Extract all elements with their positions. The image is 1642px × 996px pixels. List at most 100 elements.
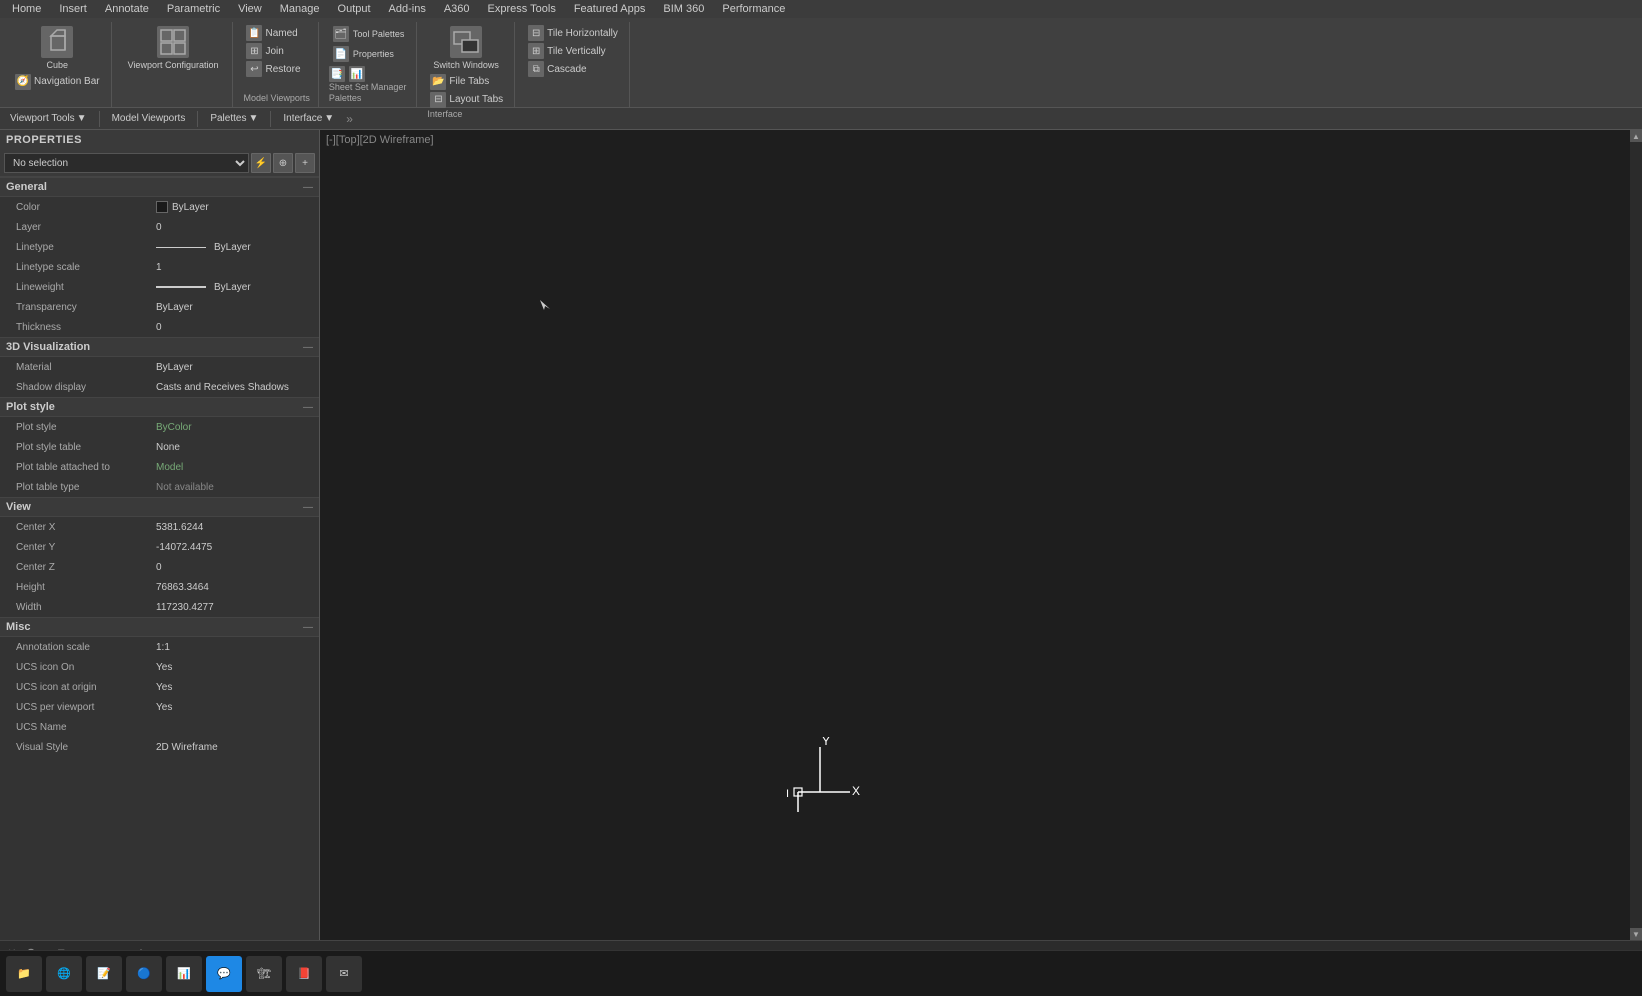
menu-featured-apps[interactable]: Featured Apps: [566, 1, 654, 17]
prop-value-center-y[interactable]: -14072.4475: [156, 542, 313, 553]
menu-output[interactable]: Output: [330, 1, 379, 17]
menu-parametric[interactable]: Parametric: [159, 1, 228, 17]
prop-row-center-y: Center Y -14072.4475: [0, 537, 319, 557]
menu-bar: Home Insert Annotate Parametric View Man…: [0, 0, 1642, 18]
prop-name-plot-type: Plot table type: [16, 482, 156, 493]
taskbar-file-explorer[interactable]: 📁: [6, 956, 42, 992]
prop-row-plot-style: Plot style ByColor: [0, 417, 319, 437]
section-3dviz-header[interactable]: 3D Visualization —: [0, 337, 319, 357]
prop-value-ucs-on[interactable]: Yes: [156, 662, 313, 673]
quick-select-btn[interactable]: ⚡: [251, 153, 271, 173]
interface-dropdown[interactable]: Interface ▼: [277, 111, 340, 126]
viewport[interactable]: [-][Top][2D Wireframe] Y X I: [320, 130, 1642, 940]
taskbar-skype[interactable]: 💬: [206, 956, 242, 992]
tile-horizontally-button[interactable]: ⊟ Tile Horizontally: [525, 24, 621, 42]
prop-value-width[interactable]: 117230.4277: [156, 602, 313, 613]
prop-value-center-x[interactable]: 5381.6244: [156, 522, 313, 533]
cascade-button[interactable]: ⧉ Cascade: [525, 60, 589, 78]
ribbon-group-named: 📋 Named ⊞ Join ↩ Restore Model Viewports: [235, 22, 318, 107]
prop-value-center-z[interactable]: 0: [156, 562, 313, 573]
section-plot-header[interactable]: Plot style —: [0, 397, 319, 417]
viewport-scrollbar[interactable]: ▲ ▼: [1630, 130, 1642, 940]
switch-windows-button[interactable]: Switch Windows: [427, 24, 505, 73]
scroll-down-arrow[interactable]: ▼: [1630, 928, 1642, 940]
prop-value-color[interactable]: ByLayer: [156, 201, 313, 213]
viewport-tools-dropdown[interactable]: Viewport Tools ▼: [4, 111, 93, 126]
menu-manage[interactable]: Manage: [272, 1, 328, 17]
vt-separator-2: [197, 111, 198, 127]
selection-dropdown[interactable]: No selection: [4, 153, 249, 173]
taskbar-word[interactable]: 📝: [86, 956, 122, 992]
prop-value-layer[interactable]: 0: [156, 222, 313, 233]
layout-tabs-button[interactable]: ⊟ Layout Tabs: [427, 91, 506, 109]
prop-value-ucs-origin[interactable]: Yes: [156, 682, 313, 693]
join-button[interactable]: ⊞ Join: [243, 42, 286, 60]
taskbar-mail[interactable]: ✉: [326, 956, 362, 992]
taskbar-chrome[interactable]: 🔵: [126, 956, 162, 992]
select-objects-btn[interactable]: ⊕: [273, 153, 293, 173]
menu-a360[interactable]: A360: [436, 1, 478, 17]
prop-row-visual-style: Visual Style 2D Wireframe: [0, 737, 319, 757]
prop-value-plot-type[interactable]: Not available: [156, 482, 313, 493]
properties-label: Properties: [353, 49, 394, 60]
navigation-bar-button[interactable]: 🧭 Navigation Bar: [12, 73, 103, 91]
tile-v-label: Tile Vertically: [547, 46, 606, 57]
prop-value-thickness[interactable]: 0: [156, 322, 313, 333]
prop-value-linetype[interactable]: ByLayer: [156, 242, 313, 253]
scroll-up-arrow[interactable]: ▲: [1630, 130, 1642, 142]
palettes-dropdown[interactable]: Palettes ▼: [204, 111, 264, 126]
prop-name-width: Width: [16, 602, 156, 613]
menu-addins[interactable]: Add-ins: [381, 1, 434, 17]
prop-row-layer: Layer 0: [0, 217, 319, 237]
view-cube-button[interactable]: Cube: [35, 24, 79, 73]
prop-value-plot-table[interactable]: None: [156, 442, 313, 453]
prop-value-plot-attached[interactable]: Model: [156, 462, 313, 473]
prop-value-annotation-scale[interactable]: 1:1: [156, 642, 313, 653]
scroll-track[interactable]: [1630, 142, 1642, 928]
tool-palettes-button[interactable]: 🗂 Tool Palettes: [329, 24, 409, 44]
menu-view[interactable]: View: [230, 1, 270, 17]
prop-value-ucs-per-vp[interactable]: Yes: [156, 702, 313, 713]
prop-name-center-z: Center Z: [16, 562, 156, 573]
menu-home[interactable]: Home: [4, 1, 49, 17]
tile-vertically-button[interactable]: ⊞ Tile Vertically: [525, 42, 609, 60]
menu-bim360[interactable]: BIM 360: [655, 1, 712, 17]
prop-value-material[interactable]: ByLayer: [156, 362, 313, 373]
ribbon-group-viewport: Viewport Configuration: [114, 22, 234, 107]
taskbar-edge[interactable]: 🌐: [46, 956, 82, 992]
layout-tabs-icon: ⊟: [430, 92, 446, 108]
menu-insert[interactable]: Insert: [51, 1, 95, 17]
interface-expand[interactable]: »: [346, 112, 353, 126]
restore-button[interactable]: ↩ Restore: [243, 60, 303, 78]
prop-name-visual-style: Visual Style: [16, 742, 156, 753]
section-view-header[interactable]: View —: [0, 497, 319, 517]
named-button[interactable]: 📋 Named: [243, 24, 300, 42]
taskbar-acrobat[interactable]: 📕: [286, 956, 322, 992]
prop-name-height: Height: [16, 582, 156, 593]
prop-value-shadow[interactable]: Casts and Receives Shadows: [156, 382, 313, 393]
prop-value-visual-style[interactable]: 2D Wireframe: [156, 742, 313, 753]
section-misc-header[interactable]: Misc —: [0, 617, 319, 637]
section-misc-collapse: —: [303, 622, 313, 633]
prop-value-lineweight[interactable]: ByLayer: [156, 282, 313, 293]
menu-performance[interactable]: Performance: [714, 1, 793, 17]
file-tabs-button[interactable]: 📂 File Tabs: [427, 73, 492, 91]
menu-express-tools[interactable]: Express Tools: [480, 1, 564, 17]
model-viewports-btn[interactable]: Model Viewports: [106, 111, 192, 126]
sheet-set-icon2[interactable]: 📊: [349, 66, 365, 82]
section-general-header[interactable]: General —: [0, 177, 319, 197]
menu-annotate[interactable]: Annotate: [97, 1, 157, 17]
properties-header: PROPERTIES: [0, 130, 319, 150]
prop-value-plot-style[interactable]: ByColor: [156, 422, 313, 433]
properties-button[interactable]: 📄 Properties: [329, 44, 398, 64]
taskbar-autocad[interactable]: 🏗: [246, 956, 282, 992]
file-tabs-label: File Tabs: [449, 76, 489, 87]
prop-value-linetype-scale[interactable]: 1: [156, 262, 313, 273]
taskbar-powerpoint[interactable]: 📊: [166, 956, 202, 992]
switch-windows-label: Switch Windows: [433, 60, 499, 71]
prop-value-height[interactable]: 76863.3464: [156, 582, 313, 593]
viewport-config-button[interactable]: Viewport Configuration: [122, 24, 225, 73]
sheet-set-icon[interactable]: 📑: [329, 66, 345, 82]
prop-value-transparency[interactable]: ByLayer: [156, 302, 313, 313]
toggle-pickadd-btn[interactable]: +: [295, 153, 315, 173]
